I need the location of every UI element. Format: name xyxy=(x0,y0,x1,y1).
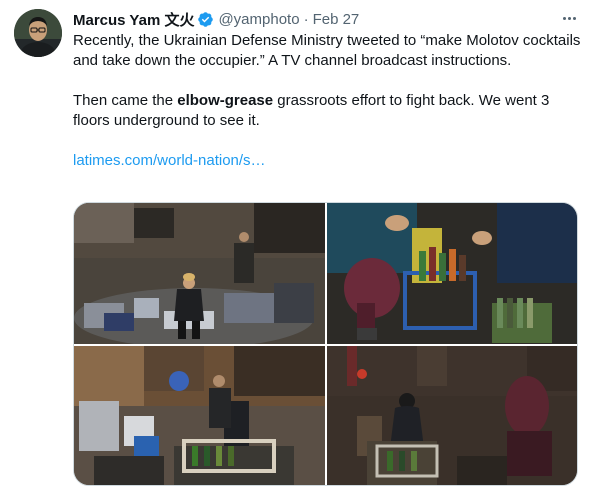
photo-3[interactable] xyxy=(74,346,325,485)
media-grid xyxy=(73,202,578,486)
tweet-date[interactable]: Feb 27 xyxy=(313,11,360,28)
more-options-icon[interactable] xyxy=(558,8,580,28)
header-separator: · xyxy=(303,10,309,28)
article-link[interactable]: latimes.com/world-nation/s… xyxy=(73,152,266,169)
tweet-paragraph-1: Recently, the Ukrainian Defense Ministry… xyxy=(73,32,581,69)
photo-2[interactable] xyxy=(327,203,577,344)
verified-badge-icon xyxy=(198,11,214,27)
tweet-text: Recently, the Ukrainian Defense Ministry… xyxy=(73,31,588,191)
photo-4[interactable] xyxy=(327,346,577,485)
tweet-card[interactable]: Marcus Yam 文火 @yamphoto · Feb 27 Recentl… xyxy=(0,0,608,495)
tweet-paragraph-2: Then came the elbow-grease grassroots ef… xyxy=(73,92,550,129)
author-avatar[interactable] xyxy=(14,9,62,57)
author-display-name[interactable]: Marcus Yam 文火 xyxy=(73,9,194,30)
bold-emphasis: elbow-grease xyxy=(177,92,274,109)
photo-1[interactable] xyxy=(74,203,325,344)
author-handle[interactable]: @yamphoto xyxy=(218,11,299,28)
tweet-header: Marcus Yam 文火 @yamphoto · Feb 27 xyxy=(73,9,359,29)
tweet-link-paragraph: latimes.com/world-nation/s… xyxy=(73,151,588,171)
